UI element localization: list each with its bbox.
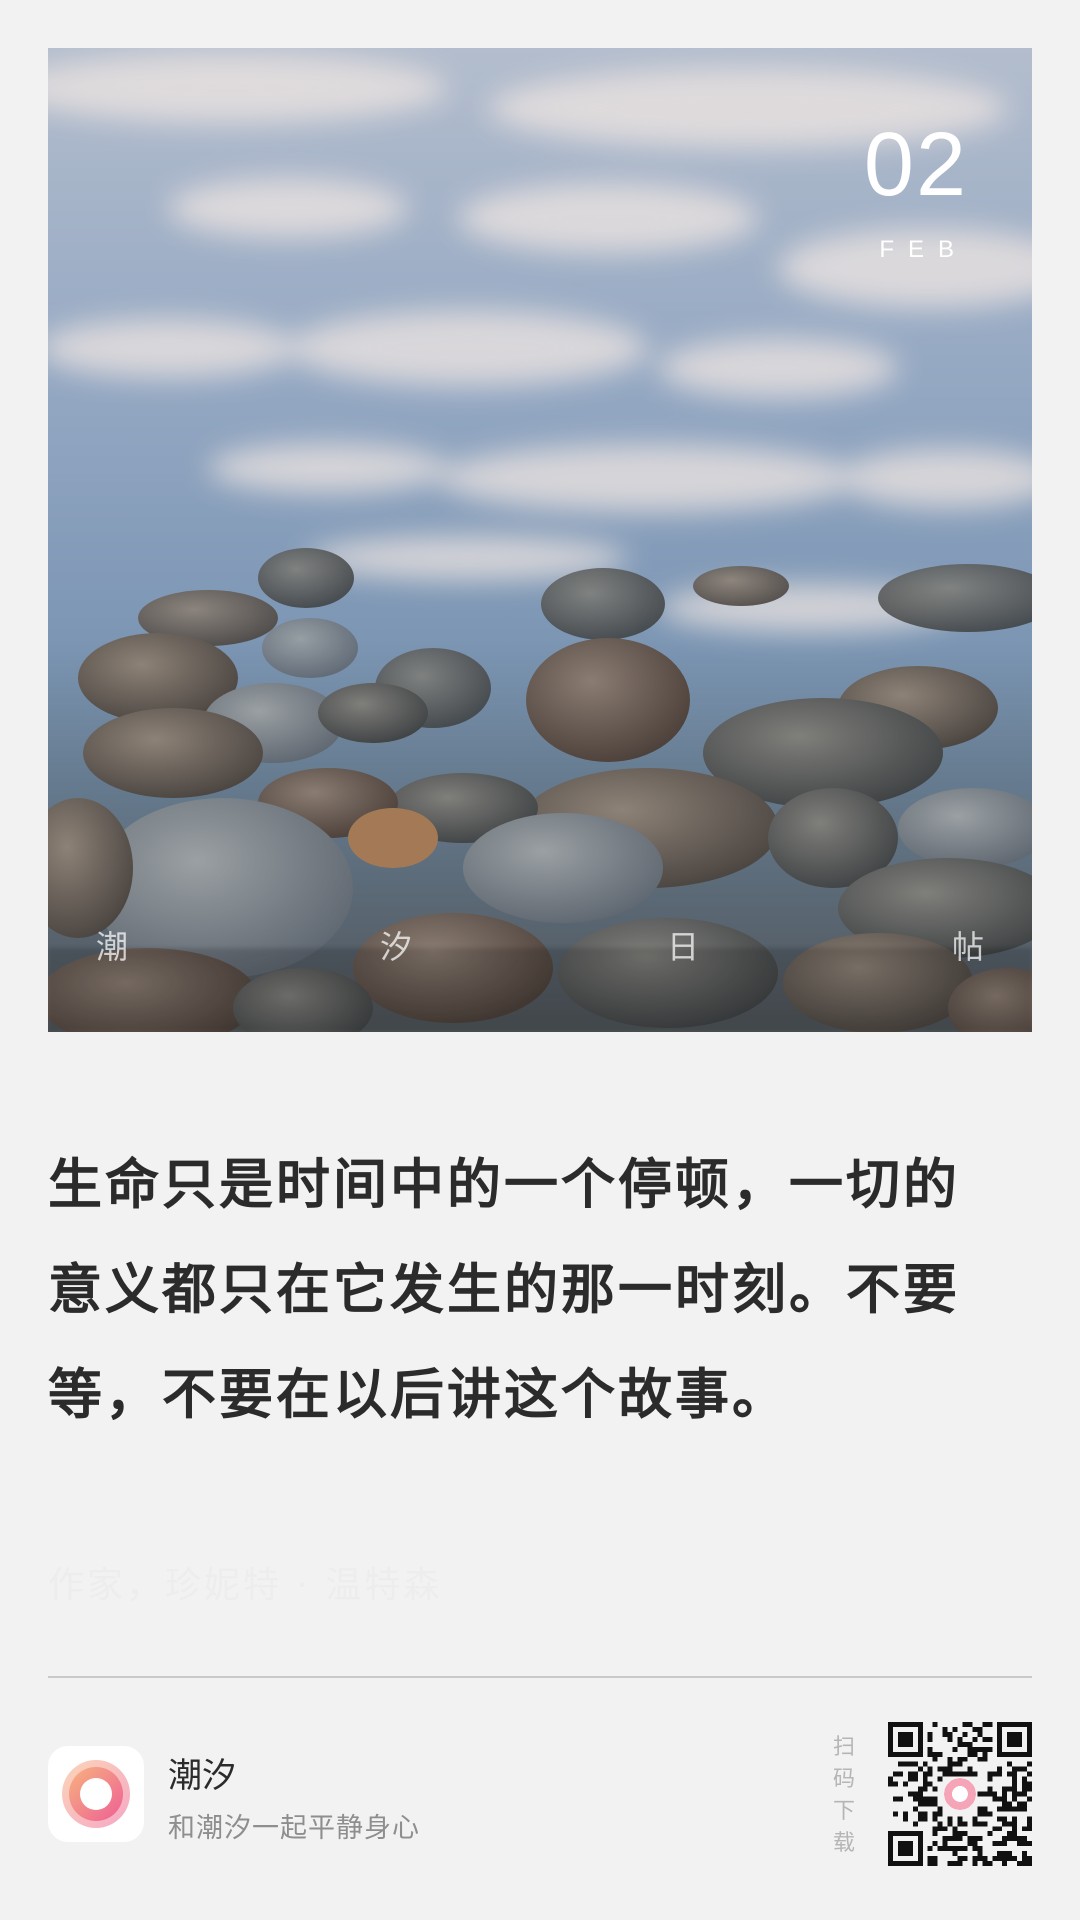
tide-logo-icon (48, 1746, 144, 1842)
qr-code-icon[interactable] (888, 1722, 1032, 1866)
date-month: FEB (879, 236, 968, 263)
brand-watermark: 潮 汐 日 帖 (48, 922, 1032, 982)
date-day: 02 (863, 115, 968, 215)
brand-char: 日 (666, 928, 700, 966)
app-slogan: 和潮汐一起平静身心 (168, 1813, 420, 1844)
brand-char: 汐 (379, 928, 413, 966)
cover-photo: 02 FEB 潮 汐 日 帖 (48, 48, 1032, 1032)
divider (48, 1676, 1032, 1678)
brand-char: 帖 (951, 928, 985, 966)
quote-text: 生命只是时间中的一个停顿，一切的意义都只在它发生的那一时刻。不要等，不要在以后讲… (48, 1153, 960, 1426)
scan-hint: 扫码下载 (832, 1735, 855, 1856)
app-name: 潮汐 (168, 1756, 236, 1796)
brand-char: 潮 (95, 928, 129, 966)
quote-author: 作家，珍妮特 · 温特森 (48, 1565, 443, 1606)
